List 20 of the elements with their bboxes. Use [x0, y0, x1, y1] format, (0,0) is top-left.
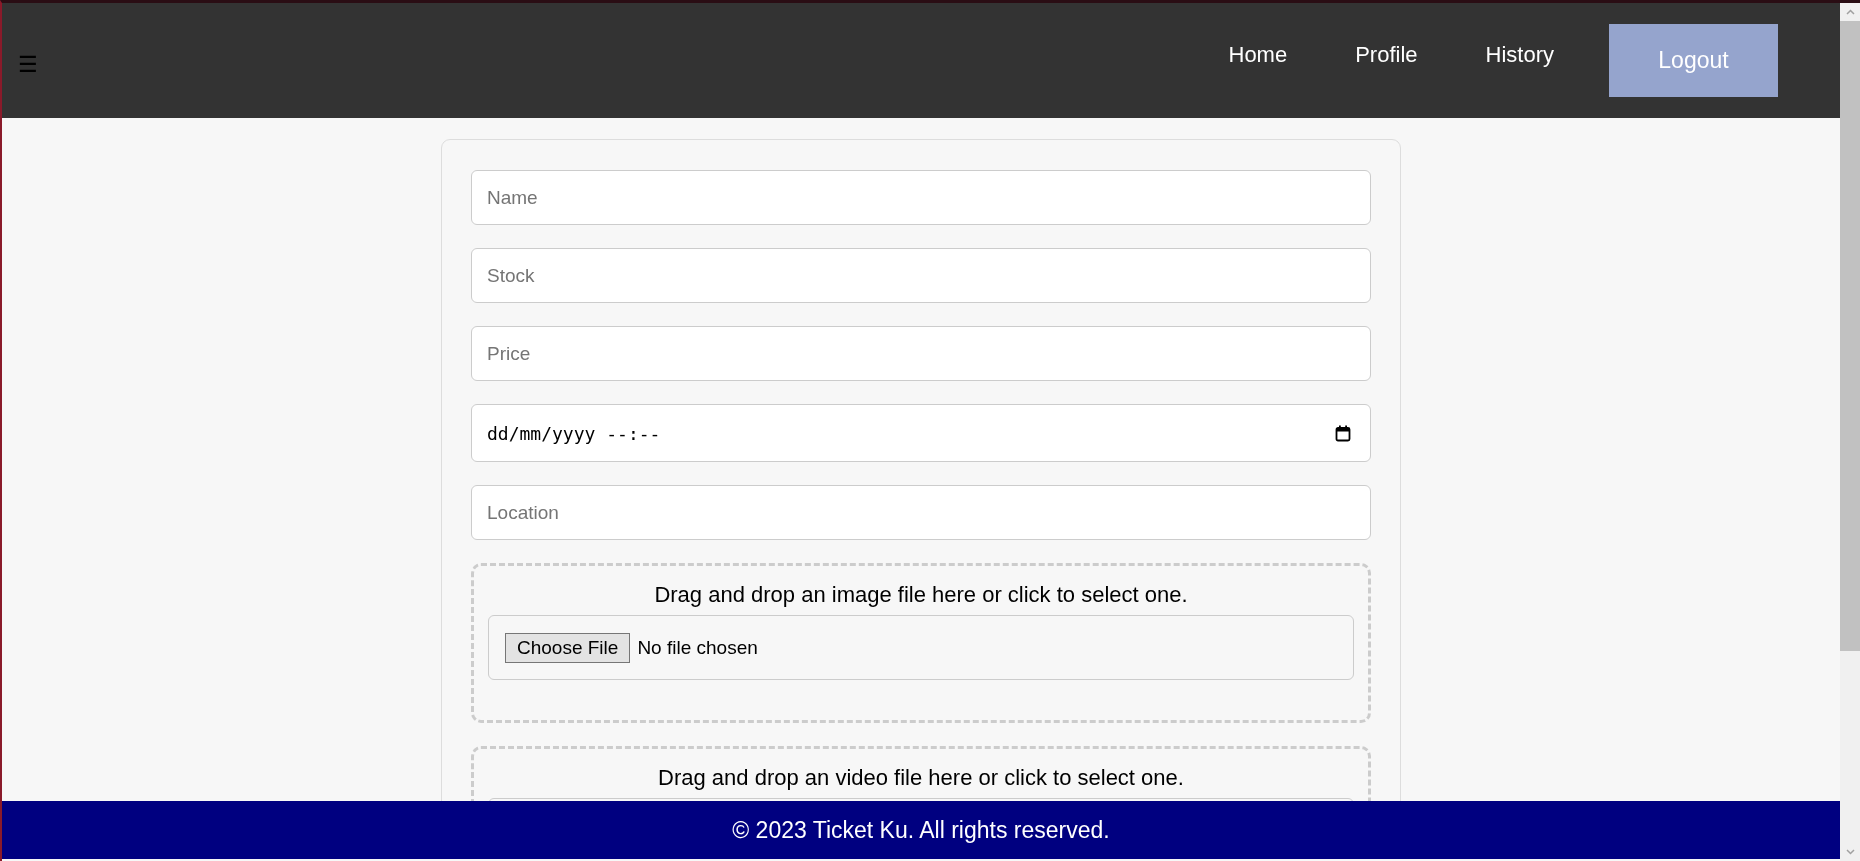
drop-zone-instruction: Drag and drop an video file here or click to select one.: [657, 765, 1185, 791]
scrollbar-thumb[interactable]: [1840, 21, 1860, 651]
nav-link[interactable]: Home: [1228, 41, 1288, 68]
file-drop-zone[interactable]: Drag and drop an image file here or click to select one. Choose File No file chosen: [471, 563, 1371, 723]
datetime-input-field[interactable]: dd/mm/yyyy --:--: [471, 404, 1371, 462]
scroll-down-icon[interactable]: [1845, 849, 1855, 855]
file-status-text: No file chosen: [637, 636, 758, 659]
drop-zone-instruction: Drag and drop an image file here or click to select one.: [653, 582, 1189, 608]
nav-link[interactable]: History: [1485, 41, 1554, 68]
text-input-field[interactable]: Location: [471, 485, 1371, 540]
scroll-up-icon[interactable]: [1845, 9, 1855, 15]
text-input-field[interactable]: Stock: [471, 248, 1371, 303]
calendar-icon[interactable]: [1335, 424, 1351, 442]
file-input-field[interactable]: Choose File No file chosen: [488, 615, 1354, 680]
text-input-field[interactable]: Price: [471, 326, 1371, 381]
nav-link[interactable]: Profile: [1355, 41, 1418, 68]
choose-file-button[interactable]: Choose File: [505, 632, 631, 663]
scrollbar[interactable]: [1840, 3, 1860, 861]
copyright-text: © 2023 Ticket Ku. All rights reserved.: [732, 816, 1110, 844]
text-input-field[interactable]: Name: [471, 170, 1371, 225]
